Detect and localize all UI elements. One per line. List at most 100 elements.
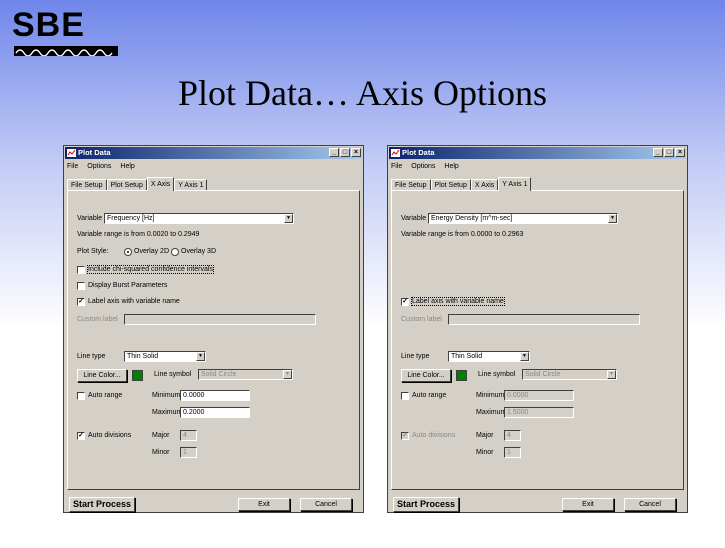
overlay-3d-radio[interactable]	[171, 248, 179, 256]
chevron-down-icon[interactable]: ▼	[196, 352, 205, 361]
major-label: Major	[476, 432, 494, 439]
major-field[interactable]: 4	[504, 430, 521, 441]
overlay-2d-radio[interactable]	[124, 248, 132, 256]
cancel-button[interactable]: Cancel	[300, 498, 352, 511]
burst-params-label[interactable]: Display Burst Parameters	[88, 282, 167, 289]
sbe-logo: SBE	[12, 8, 124, 58]
chevron-down-icon[interactable]: ▼	[284, 214, 293, 223]
close-icon[interactable]: ×	[351, 148, 361, 157]
label-axis-label[interactable]: Label axis with variable name	[88, 298, 180, 305]
cancel-button[interactable]: Cancel	[624, 498, 676, 511]
title-bar[interactable]: Plot Data _ □ ×	[65, 147, 362, 159]
auto-divisions-checkbox[interactable]: ✓	[77, 432, 85, 440]
minimum-field[interactable]: 0.0000	[180, 390, 250, 401]
line-type-select[interactable]: Thin Solid ▼	[448, 351, 530, 362]
auto-divisions-label[interactable]: Auto divisions	[412, 432, 455, 439]
variable-label: Variable	[77, 215, 103, 222]
logo-text: SBE	[12, 6, 85, 44]
maximum-label: Maximum	[152, 409, 183, 416]
x-axis-panel: Variable Frequency [Hz] ▼ Variable range…	[67, 190, 360, 490]
close-icon[interactable]: ×	[675, 148, 685, 157]
variable-range-text: Variable range is from 0.0020 to 0.2949	[77, 231, 200, 238]
line-color-button[interactable]: Line Color...	[77, 369, 127, 382]
tab-x-axis[interactable]: X Axis	[146, 177, 175, 191]
major-label: Major	[152, 432, 170, 439]
line-symbol-value: Solid Circle	[201, 371, 237, 378]
logo-waves-icon	[14, 46, 118, 56]
variable-value: Energy Density [m^m-sec]	[431, 215, 513, 222]
variable-value: Frequency [Hz]	[107, 215, 155, 222]
chevron-down-icon[interactable]: ▼	[520, 352, 529, 361]
minimum-label: Minimum	[152, 392, 181, 399]
burst-params-checkbox[interactable]	[77, 282, 85, 290]
minor-label: Minor	[152, 449, 170, 456]
line-symbol-value: Solid Circle	[525, 371, 561, 378]
minor-field[interactable]: 1	[180, 447, 197, 458]
label-axis-checkbox[interactable]: ✓	[77, 298, 85, 306]
chi-squared-checkbox[interactable]	[77, 266, 85, 274]
start-process-button[interactable]: Start Process	[393, 497, 459, 512]
minimum-field[interactable]: 0.0000	[504, 390, 574, 401]
line-symbol-select[interactable]: Solid Circle ▼	[522, 369, 617, 380]
chevron-down-icon[interactable]: ▼	[608, 214, 617, 223]
custom-label-label: Custom label	[77, 316, 118, 323]
custom-label-field[interactable]	[124, 314, 316, 325]
minor-field[interactable]: 1	[504, 447, 521, 458]
slide-title: Plot Data… Axis Options	[177, 73, 548, 113]
variable-range-text: Variable range is from 0.0000 to 0.2963	[401, 231, 524, 238]
custom-label-field[interactable]	[448, 314, 640, 325]
app-icon	[67, 149, 76, 157]
menu-help[interactable]: Help	[120, 162, 134, 172]
start-process-button[interactable]: Start Process	[69, 497, 135, 512]
auto-range-checkbox[interactable]	[77, 392, 85, 400]
line-type-value: Thin Solid	[127, 353, 159, 360]
variable-label: Variable	[401, 215, 427, 222]
title-bar[interactable]: Plot Data _ □ ×	[389, 147, 686, 159]
label-axis-label[interactable]: Label axis with variable name	[411, 297, 505, 306]
line-type-value: Thin Solid	[451, 353, 483, 360]
tab-y-axis-1[interactable]: Y Axis 1	[498, 177, 532, 191]
line-type-label: Line type	[401, 353, 430, 360]
menu-file[interactable]: File	[391, 162, 402, 172]
chi-squared-label[interactable]: Include chi-squared confidence intervals	[87, 265, 214, 274]
minimize-icon[interactable]: _	[653, 148, 663, 157]
line-symbol-select[interactable]: Solid Circle ▼	[198, 369, 293, 380]
variable-select[interactable]: Frequency [Hz] ▼	[104, 213, 294, 224]
maximize-icon[interactable]: □	[340, 148, 350, 157]
menu-options[interactable]: Options	[87, 162, 111, 172]
auto-divisions-checkbox[interactable]: ✓	[401, 432, 409, 440]
line-color-swatch	[456, 370, 467, 381]
chevron-down-icon[interactable]: ▼	[607, 370, 616, 379]
chevron-down-icon[interactable]: ▼	[283, 370, 292, 379]
menu-file[interactable]: File	[67, 162, 78, 172]
menu-help[interactable]: Help	[444, 162, 458, 172]
line-color-button[interactable]: Line Color...	[401, 369, 451, 382]
label-axis-checkbox[interactable]: ✓	[401, 298, 409, 306]
line-symbol-label: Line symbol	[478, 371, 516, 378]
window-title: Plot Data	[78, 148, 111, 157]
minimize-icon[interactable]: _	[329, 148, 339, 157]
line-symbol-label: Line symbol	[154, 371, 192, 378]
maximize-icon[interactable]: □	[664, 148, 674, 157]
overlay-2d-label[interactable]: Overlay 2D	[134, 248, 169, 255]
exit-button[interactable]: Exit	[562, 498, 614, 511]
window-title: Plot Data	[402, 148, 435, 157]
menu-options[interactable]: Options	[411, 162, 435, 172]
variable-select[interactable]: Energy Density [m^m-sec] ▼	[428, 213, 618, 224]
line-type-label: Line type	[77, 353, 106, 360]
maximum-field[interactable]: 1.5000	[504, 407, 574, 418]
auto-range-label[interactable]: Auto range	[88, 392, 122, 399]
maximum-label: Maximum	[476, 409, 507, 416]
major-field[interactable]: 4	[180, 430, 197, 441]
y-axis-panel: Variable Energy Density [m^m-sec] ▼ Vari…	[391, 190, 684, 490]
line-color-swatch	[132, 370, 143, 381]
app-icon	[391, 149, 400, 157]
line-type-select[interactable]: Thin Solid ▼	[124, 351, 206, 362]
auto-range-checkbox[interactable]	[401, 392, 409, 400]
overlay-3d-label[interactable]: Overlay 3D	[181, 248, 216, 255]
auto-range-label[interactable]: Auto range	[412, 392, 446, 399]
plot-style-label: Plot Style:	[77, 248, 109, 255]
auto-divisions-label[interactable]: Auto divisions	[88, 432, 131, 439]
exit-button[interactable]: Exit	[238, 498, 290, 511]
maximum-field[interactable]: 0.2000	[180, 407, 250, 418]
